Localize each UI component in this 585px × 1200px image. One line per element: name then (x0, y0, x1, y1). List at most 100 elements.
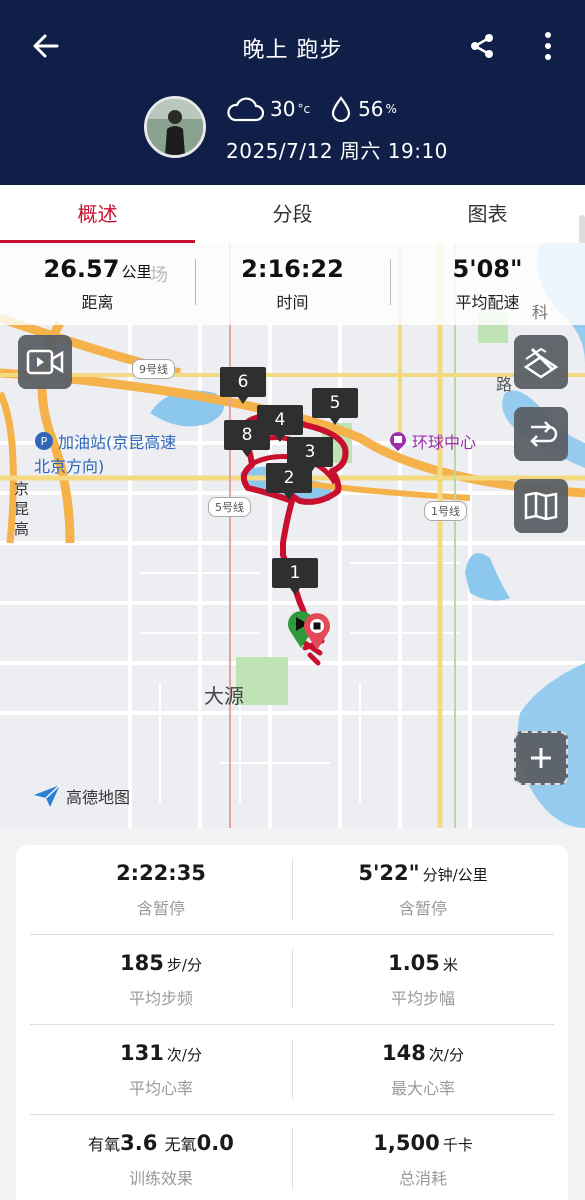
more-vertical-icon (545, 32, 551, 60)
mall-label: 环球中心 (412, 433, 477, 452)
calories-value: 1,500 (373, 1131, 440, 1155)
total-time-label: 含暂停 (136, 899, 185, 918)
cadence-label: 平均步频 (128, 989, 193, 1008)
distance-value: 26.57 (43, 255, 120, 283)
stride-label: 平均步幅 (390, 989, 455, 1008)
cadence-cell: 185 步/分 平均步频 (30, 935, 292, 1025)
layers-edit-icon (523, 347, 559, 379)
video-replay-button[interactable] (18, 335, 72, 389)
total-time-cell: 2:22:35 含暂停 (30, 845, 292, 935)
map-view-toggle-button[interactable] (514, 479, 568, 533)
pace-value: 5'08" (452, 255, 523, 283)
max-hr-value-wrap: 148 次/分 (382, 1041, 464, 1065)
km-flag[interactable]: 8 (224, 420, 270, 457)
weather-info: 30 °c 56 % (226, 96, 397, 122)
cadence-unit: 步/分 (166, 956, 202, 974)
share-button[interactable] (464, 28, 500, 64)
map-bg-label-lu: 路 (496, 375, 513, 394)
tab-overview[interactable]: 概述 (0, 185, 195, 243)
max-hr-label: 最大心率 (390, 1079, 455, 1098)
end-marker-icon (304, 613, 330, 650)
gas-station-poi[interactable]: P 加油站(京昆高速 北京方向) (34, 429, 176, 477)
km-flag[interactable]: 1 (272, 558, 318, 595)
details-row: 有氧3.6 无氧0.0 训练效果 1,500 千卡 总消耗 (30, 1115, 554, 1200)
metro-line-5-tag: 5号线 (208, 497, 251, 517)
place-label-dayuan: 大源 (204, 684, 244, 708)
svg-text:P: P (41, 435, 48, 448)
humidity-value: 56 (358, 97, 384, 121)
training-effect-label: 训练效果 (128, 1169, 193, 1188)
total-pace-cell: 5'22" 分钟/公里 含暂停 (292, 845, 554, 935)
map-book-icon (524, 491, 558, 521)
calories-unit: 千卡 (442, 1136, 473, 1154)
temperature-unit: °c (297, 102, 311, 116)
gas-station-icon: P (35, 432, 53, 450)
metro-line-1-tag: 1号线 (424, 501, 467, 521)
tab-charts[interactable]: 图表 (390, 185, 585, 243)
details-row: 131 次/分 平均心率 148 次/分 最大心率 (30, 1025, 554, 1115)
details-row: 2:22:35 含暂停 5'22" 分钟/公里 含暂停 (30, 845, 554, 935)
humidity-unit: % (385, 102, 397, 116)
stride-value: 1.05 (388, 951, 440, 975)
activity-datetime: 2025/7/12 周六 19:10 (226, 139, 448, 163)
total-time-value-wrap: 2:22:35 (116, 861, 206, 885)
avg-hr-value-wrap: 131 次/分 (120, 1041, 202, 1065)
cloudy-weather-icon (227, 97, 264, 122)
map-background (0, 243, 585, 828)
calories-cell: 1,500 千卡 总消耗 (292, 1115, 554, 1200)
user-avatar[interactable] (144, 96, 206, 158)
km-flag[interactable]: 3 (287, 437, 333, 474)
temperature-value: 30 (270, 97, 296, 121)
km-flag[interactable]: 5 (312, 388, 358, 425)
details-row: 185 步/分 平均步频 1.05 米 平均步幅 (30, 935, 554, 1025)
avg-hr-value: 131 (120, 1041, 164, 1065)
route-map[interactable]: 26.57 公里 距离 2:16:22 时间 5'08" 平均配速 场 科 路 9… (0, 243, 585, 828)
gas-station-label-1: 加油站(京昆高速 (58, 433, 177, 452)
stride-value-wrap: 1.05 米 (388, 951, 458, 975)
distance-unit: 公里 (121, 263, 152, 281)
tab-bar: 概述 分段 图表 (0, 185, 585, 243)
metro-line-9-tag: 9号线 (132, 359, 175, 379)
avg-hr-unit: 次/分 (166, 1046, 202, 1064)
total-time-value: 2:22:35 (116, 861, 206, 885)
calories-label: 总消耗 (398, 1169, 447, 1188)
plus-icon (531, 748, 551, 768)
map-bg-label-ke: 科 (532, 303, 549, 322)
pace-stat: 5'08" 平均配速 (390, 243, 585, 325)
training-effect-cell: 有氧3.6 无氧0.0 训练效果 (30, 1115, 292, 1200)
avg-hr-label: 平均心率 (128, 1079, 193, 1098)
loop-arrows-icon (530, 421, 558, 447)
map-provider-name: 高德地图 (66, 788, 131, 807)
distance-value-wrap: 26.57 公里 (44, 255, 152, 283)
details-card: 2:22:35 含暂停 5'22" 分钟/公里 含暂停 185 步/分 平均步频 1… (16, 845, 568, 1200)
gas-station-label-2: 北京方向) (34, 457, 105, 476)
amap-logo-icon (34, 784, 61, 807)
more-options-button[interactable] (533, 28, 563, 64)
total-pace-value-wrap: 5'22" 分钟/公里 (358, 861, 487, 885)
zoom-in-button[interactable] (514, 731, 568, 785)
max-hr-cell: 148 次/分 最大心率 (292, 1025, 554, 1115)
distance-label: 距离 (81, 293, 114, 312)
km-flag[interactable]: 6 (220, 367, 266, 404)
map-style-button[interactable] (514, 335, 568, 389)
road-label-jingkun: 京昆高 (14, 480, 30, 538)
training-effect-value-wrap: 有氧3.6 无氧0.0 (88, 1131, 234, 1155)
mall-poi[interactable]: 环球中心 (388, 429, 476, 453)
max-hr-value: 148 (382, 1041, 426, 1065)
total-pace-unit: 分钟/公里 (422, 866, 488, 884)
video-camera-icon (26, 349, 64, 375)
activity-header: 晚上 跑步 30 °c 56 % 2025/7/12 周六 19:10 (0, 0, 585, 185)
max-hr-unit: 次/分 (428, 1046, 464, 1064)
aerobic-prefix: 有氧 (88, 1135, 121, 1154)
total-pace-value: 5'22" (358, 861, 420, 885)
summary-strip: 26.57 公里 距离 2:16:22 时间 5'08" 平均配速 (0, 243, 585, 325)
replay-loop-button[interactable] (514, 407, 568, 461)
shopping-bag-icon (390, 432, 406, 451)
time-value: 2:16:22 (241, 255, 344, 283)
anaerobic-prefix: 无氧 (164, 1135, 197, 1154)
calories-value-wrap: 1,500 千卡 (373, 1131, 472, 1155)
time-label: 时间 (276, 293, 309, 312)
tab-segments[interactable]: 分段 (195, 185, 390, 243)
pace-label: 平均配速 (455, 293, 520, 312)
time-stat: 2:16:22 时间 (195, 243, 390, 325)
